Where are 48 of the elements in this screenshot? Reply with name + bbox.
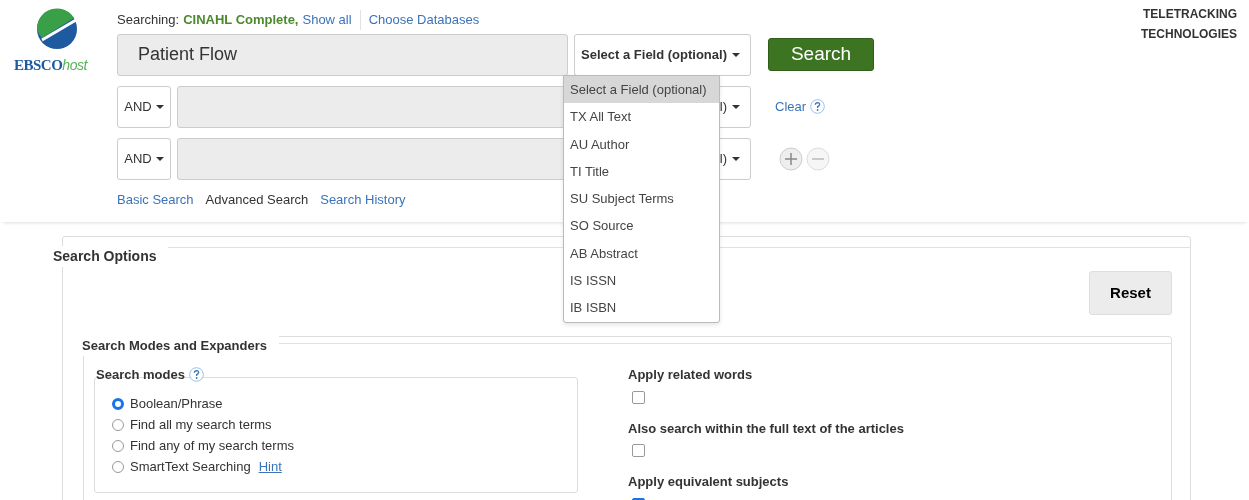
radio-button[interactable] xyxy=(112,398,124,410)
search-field[interactable]: Patient Flow xyxy=(117,33,568,76)
nav-link-text[interactable]: Search History xyxy=(320,189,406,209)
option-label: Also search within the full text of the articles xyxy=(628,419,904,438)
reset-button[interactable]: Reset xyxy=(1089,271,1172,315)
logo-icon xyxy=(36,8,78,50)
radio-label: Boolean/Phrase xyxy=(130,395,223,414)
menu-item[interactable]: IS ISSN xyxy=(564,267,719,295)
section-title: Search Options xyxy=(53,246,169,267)
menu-item[interactable]: IB ISBN xyxy=(564,294,719,322)
show-all-link[interactable]: Show all xyxy=(302,10,361,30)
section-title: Search modes xyxy=(96,366,185,384)
checkbox[interactable] xyxy=(632,390,645,404)
searching-label: Searching: xyxy=(117,11,180,29)
radio-label: Find all my search terms xyxy=(130,416,272,435)
help-icon[interactable] xyxy=(810,99,826,114)
clear-link[interactable]: Clear xyxy=(775,96,807,117)
choose-databases-link[interactable]: Choose Databases xyxy=(360,10,480,30)
operator-select[interactable]: AND xyxy=(117,137,171,180)
option-label: Apply related words xyxy=(628,366,754,384)
menu-item[interactable]: TX All Text xyxy=(564,103,719,131)
menu-item[interactable]: Select a Field (optional) xyxy=(564,76,719,104)
section-title: Search Modes and Expanders xyxy=(82,336,279,356)
radio-button[interactable] xyxy=(112,461,124,473)
brand-text: TECHNOLOGIES xyxy=(1141,26,1237,43)
radio-label: SmartText Searching xyxy=(130,458,251,477)
option-label: Apply equivalent subjects xyxy=(628,473,790,491)
search-button[interactable]: Search xyxy=(768,38,874,71)
menu-item[interactable]: AU Author xyxy=(564,130,719,158)
menu-item[interactable]: AB Abstract xyxy=(564,239,719,268)
menu-item[interactable]: SU Subject Terms xyxy=(564,185,719,213)
logo-text[interactable]: EBSCOhost xyxy=(14,54,87,77)
hint-link[interactable]: Hint xyxy=(258,457,282,477)
database-name: CINAHL Complete, xyxy=(183,11,299,29)
operator-select[interactable]: AND xyxy=(117,85,171,128)
field-select[interactable]: Select a Field (optional) xyxy=(574,33,751,76)
help-icon[interactable] xyxy=(188,367,204,383)
remove-row-icon[interactable] xyxy=(806,146,830,171)
nav-link-text[interactable]: Basic Search xyxy=(117,189,194,209)
radio-label: Find any of my search terms xyxy=(130,437,294,456)
checkbox[interactable] xyxy=(632,444,645,457)
brand-text: TELETRACKING xyxy=(1142,6,1237,23)
radio-button[interactable] xyxy=(112,419,124,431)
radio-button[interactable] xyxy=(112,440,124,452)
add-row-icon[interactable] xyxy=(779,146,803,171)
menu-item[interactable]: SO Source xyxy=(564,212,719,240)
menu-item[interactable]: TI Title xyxy=(564,157,719,186)
nav-link-text[interactable]: Advanced Search xyxy=(205,189,309,209)
